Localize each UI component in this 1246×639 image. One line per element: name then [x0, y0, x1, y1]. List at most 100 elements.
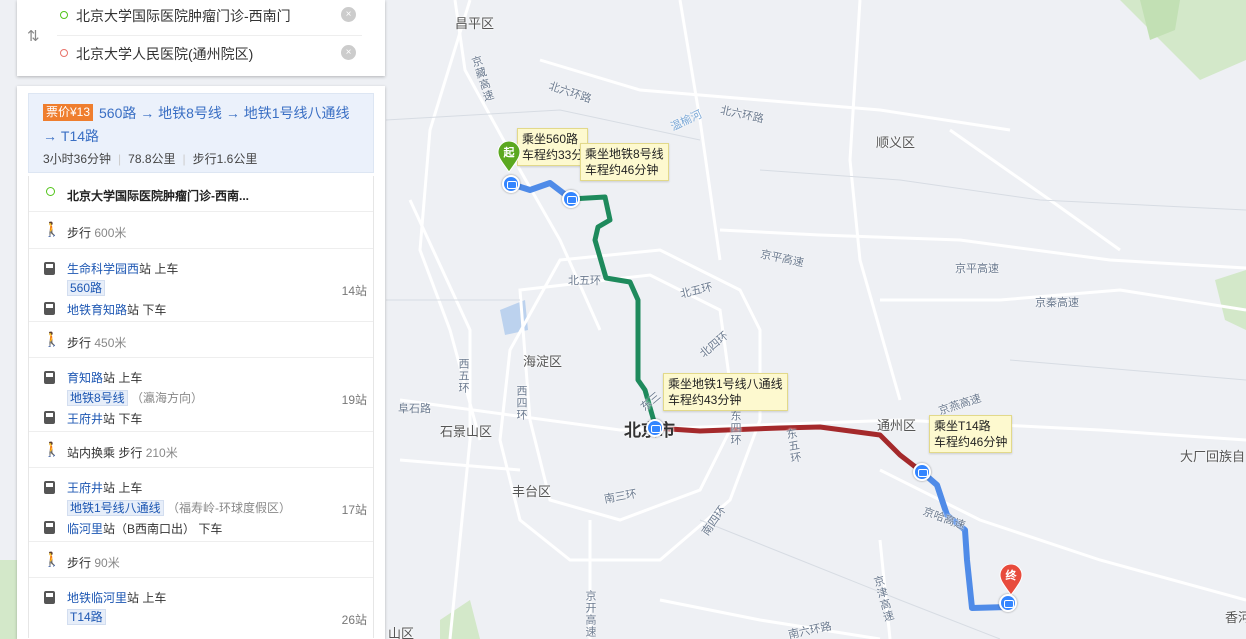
road-jingqin: 京秦高速: [1035, 297, 1079, 309]
route-steps: 北京大学国际医院肿瘤门诊-西南... 🚶 步行 600米 生命科学园西站 上车 …: [28, 176, 374, 638]
board-text: 站 上车: [127, 591, 167, 605]
road-xiwuhuan: 西五环: [457, 358, 469, 394]
step-walk[interactable]: 🚶 步行 450米: [29, 322, 373, 358]
subway-icon: [44, 481, 55, 494]
walk-distance: 210米: [145, 446, 178, 460]
end-pin-icon[interactable]: 终: [999, 564, 1023, 596]
step-bus-560[interactable]: 生命科学园西站 上车 560路 14站 地铁育知路站 下车: [29, 249, 373, 322]
walk-distance: 450米: [94, 336, 127, 350]
alight-stop[interactable]: 地铁育知路: [67, 303, 127, 317]
line-direction: （瀛海方向）: [131, 391, 204, 405]
road-beiwuhuan: 北五环: [568, 275, 601, 287]
subway-icon: [44, 411, 55, 424]
bus-icon: [44, 262, 55, 275]
step-walk[interactable]: 🚶 步行 90米: [29, 542, 373, 578]
walk-label: 步行: [67, 226, 92, 240]
tip-line8: 乘坐地铁8号线 车程约46分钟: [580, 143, 669, 181]
step-subway-1[interactable]: 王府井站 上车 地铁1号线八通线 （福寿岭-环球度假区） 17站 临河里站（B西…: [29, 468, 373, 542]
line-tag[interactable]: 地铁8号线: [67, 390, 128, 406]
price-badge: 票价¥13: [43, 104, 94, 121]
label-xianghe: 香河: [1225, 610, 1246, 625]
walk-label: 站内换乘 步行: [67, 446, 143, 460]
step-walk[interactable]: 🚶 步行 600米: [29, 212, 373, 249]
label-changping: 昌平区: [455, 16, 495, 31]
destination-dot-icon: [60, 49, 68, 57]
bus-stop-icon[interactable]: [562, 190, 580, 208]
walk-distance: 步行1.6公里: [192, 152, 258, 166]
alight-text: 站 下车: [103, 412, 143, 426]
board-stop[interactable]: 地铁临河里: [67, 591, 127, 605]
bus-icon: [44, 302, 55, 315]
walk-label: 步行: [67, 336, 92, 350]
subway-icon: [44, 521, 55, 534]
walk-distance: 90米: [94, 556, 120, 570]
road-jingping-2: 京平高速: [955, 263, 999, 275]
board-text: 站 上车: [103, 481, 143, 495]
label-shijingshan: 石景山区: [440, 424, 493, 439]
board-text: 站 上车: [139, 262, 179, 276]
subway-icon: [44, 371, 55, 384]
alight-stop[interactable]: 临河里: [67, 522, 103, 536]
duration: 3小时36分钟: [43, 152, 112, 166]
board-text: 站 上车: [103, 371, 143, 385]
tip-bus-560: 乘坐560路 车程约33分: [517, 128, 589, 166]
end-pin-label: 终: [1005, 570, 1017, 582]
tip-line: 乘坐T14路: [934, 419, 991, 433]
line-direction: （福寿岭-环球度假区）: [167, 501, 292, 515]
tip-line: 乘坐地铁8号线: [585, 147, 664, 161]
origin-input[interactable]: 北京大学国际医院肿瘤门诊-西南门: [76, 6, 291, 26]
label-fragment: 山区: [388, 626, 415, 639]
route-result-panel: 560路 → 地铁8号线 → 地铁1号线八通线 → T14路 票价¥13 3小时…: [17, 86, 385, 639]
board-stop[interactable]: 生命科学园西: [67, 262, 139, 276]
line-tag[interactable]: 地铁1号线八通线: [67, 500, 164, 516]
walk-label: 步行: [67, 556, 92, 570]
road-jingkai: 京开高速: [584, 590, 596, 638]
route-meta: 3小时36分钟 | 78.8公里 | 步行1.6公里: [43, 152, 258, 166]
step-origin-name: 北京大学国际医院肿瘤门诊-西南...: [67, 189, 249, 203]
label-shunyi: 顺义区: [876, 135, 916, 150]
clear-origin-icon[interactable]: ×: [341, 7, 356, 22]
walk-distance: 600米: [94, 226, 127, 240]
swap-icon[interactable]: ⇅: [27, 27, 40, 45]
bus-stop-icon[interactable]: [646, 419, 664, 437]
step-subway-8[interactable]: 育知路站 上车 地铁8号线 （瀛海方向） 19站 王府井站 下车: [29, 358, 373, 432]
stop-count: 14站: [341, 284, 367, 298]
origin-dot-icon: [60, 11, 68, 19]
tip-line: 车程约46分钟: [934, 435, 1008, 449]
destination-field[interactable]: 北京大学人民医院(通州院区) ×: [57, 38, 362, 74]
start-pin-icon[interactable]: 起: [497, 141, 521, 173]
road-fushilu: 阜石路: [398, 403, 431, 415]
walk-icon: 🚶: [43, 441, 61, 457]
alight-stop[interactable]: 王府井: [67, 412, 103, 426]
label-dachang: 大厂回族自: [1180, 449, 1246, 464]
clear-destination-icon[interactable]: ×: [341, 45, 356, 60]
distance: 78.8公里: [128, 152, 176, 166]
tip-line: 车程约33分: [522, 148, 584, 162]
label-haidian: 海淀区: [523, 354, 563, 369]
destination-input[interactable]: 北京大学人民医院(通州院区): [76, 44, 253, 64]
walk-icon: 🚶: [43, 331, 61, 347]
line-tag[interactable]: T14路: [67, 609, 106, 625]
tip-line: 乘坐560路: [522, 132, 579, 146]
road-dongsihuan: 东四环: [729, 410, 741, 446]
origin-field[interactable]: 北京大学国际医院肿瘤门诊-西南门 ×: [57, 0, 362, 36]
route-summary[interactable]: 560路 → 地铁8号线 → 地铁1号线八通线 → T14路 票价¥13 3小时…: [28, 93, 374, 173]
alight-text: 站 下车: [127, 303, 167, 317]
bus-stop-icon[interactable]: [999, 594, 1017, 612]
board-stop[interactable]: 育知路: [67, 371, 103, 385]
tip-line1: 乘坐地铁1号线八通线 车程约43分钟: [663, 373, 788, 411]
step-transfer-walk[interactable]: 🚶 站内换乘 步行 210米: [29, 432, 373, 468]
bus-stop-icon[interactable]: [502, 175, 520, 193]
tip-bus-t14: 乘坐T14路 车程约46分钟: [929, 415, 1013, 453]
road-xisihuan: 西四环: [515, 385, 527, 421]
start-pin-label: 起: [503, 147, 515, 159]
alight-text: 站（B西南口出） 下车: [103, 522, 223, 536]
board-stop[interactable]: 王府井: [67, 481, 103, 495]
label-tongzhou: 通州区: [877, 418, 917, 433]
origin-dot-icon: [46, 187, 55, 196]
step-bus-t14[interactable]: 地铁临河里站 上车 T14路 26站: [29, 578, 373, 638]
bus-stop-icon[interactable]: [913, 463, 931, 481]
line-tag[interactable]: 560路: [67, 280, 106, 296]
step-origin[interactable]: 北京大学国际医院肿瘤门诊-西南...: [29, 176, 373, 212]
tip-line: 车程约43分钟: [668, 393, 742, 407]
